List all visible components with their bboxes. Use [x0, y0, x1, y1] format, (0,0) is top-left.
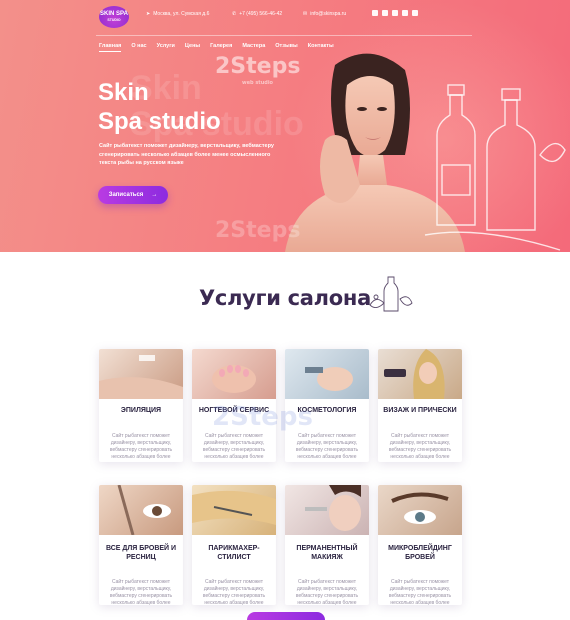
email[interactable]: ✉ info@skinspa.ru: [303, 11, 346, 17]
instagram-icon[interactable]: [402, 10, 408, 16]
vk-icon[interactable]: [372, 10, 378, 16]
service-card-makeup[interactable]: ВИЗАЖ И ПРИЧЕСКИ Сайт рыбатекст поможет …: [378, 349, 462, 462]
nav-home[interactable]: Главная: [99, 43, 122, 52]
service-name: ПЕРМАНЕНТНЫЙ МАКИЯЖ: [296, 545, 358, 561]
service-desc: Сайт рыбатекст поможет дизайнеру, верста…: [295, 433, 359, 460]
service-desc: Сайт рыбатекст поможет дизайнеру, верста…: [109, 433, 173, 460]
makeup-image: [378, 349, 462, 399]
service-card-brows-lashes[interactable]: ВСЕ ДЛЯ БРОВЕЙ И РЕСНИЦ Сайт рыбатекст п…: [99, 485, 183, 605]
service-desc: Сайт рыбатекст поможет дизайнеру, верста…: [388, 433, 452, 460]
cosmetology-image: [285, 349, 369, 399]
nav-prices[interactable]: Цены: [185, 43, 200, 49]
nav-gallery[interactable]: Галерея: [210, 43, 232, 49]
book-button[interactable]: Записаться →: [98, 186, 168, 204]
watermark-center: 2Steps: [212, 402, 313, 432]
bottles-sketch: [424, 84, 566, 251]
nav-about[interactable]: О нас: [131, 43, 146, 49]
logo[interactable]: SKIN SPA STUDIO: [99, 6, 129, 28]
service-name: ВИЗАЖ И ПРИЧЕСКИ: [383, 406, 457, 414]
lashes-image: [99, 485, 183, 536]
top-bar: SKIN SPA STUDIO ➤ Москва, ул. Сумская д.6…: [0, 0, 570, 30]
service-card-permanent-makeup[interactable]: ПЕРМАНЕНТНЫЙ МАКИЯЖ Сайт рыбатекст помож…: [285, 485, 369, 605]
nails-image: [192, 349, 276, 399]
service-desc: Сайт рыбатекст поможет дизайнеру, верста…: [295, 579, 359, 605]
epilation-image: [99, 349, 183, 399]
service-desc: Сайт рыбатекст поможет дизайнеру, верста…: [109, 579, 173, 605]
arrow-right-icon: →: [151, 192, 158, 198]
service-name: ЭПИЛЯЦИЯ: [120, 406, 162, 414]
phone[interactable]: ✆ +7 (495) 566-46-42: [232, 11, 282, 17]
service-card-hairstylist[interactable]: ПАРИКМАХЕР-СТИЛИСТ Сайт рыбатекст поможе…: [192, 485, 276, 605]
location-pin-icon: ➤: [146, 11, 151, 17]
nav-masters[interactable]: Мастера: [242, 43, 265, 49]
watermark-logo-2: 2Steps: [215, 218, 301, 243]
hero-subtitle: Сайт рыбатекст поможет дизайнеру, верста…: [99, 143, 274, 166]
watermark-tag: web studio: [242, 80, 273, 86]
permanent-makeup-image: [285, 485, 369, 535]
twitter-icon[interactable]: [392, 10, 398, 16]
services-title: Услуги салона: [199, 286, 371, 310]
service-name: МИКРОБЛЕЙДИНГ БРОВЕЙ: [388, 545, 452, 561]
hero-section: Skin Spa studio SKIN SPA STUDIO ➤ Москва,…: [0, 0, 570, 252]
hair-image: [192, 485, 276, 535]
hero-title: Skin Spa studio: [98, 79, 221, 135]
microblading-image: [378, 485, 462, 535]
nav-divider: [96, 35, 472, 36]
mail-icon: ✉: [303, 11, 308, 17]
service-card-epilation[interactable]: ЭПИЛЯЦИЯ Сайт рыбатекст поможет дизайнер…: [99, 349, 183, 462]
service-desc: Сайт рыбатекст поможет дизайнеру, верста…: [388, 579, 452, 605]
service-name: ПАРИКМАХЕР-СТИЛИСТ: [208, 545, 260, 561]
facebook-icon[interactable]: [382, 10, 388, 16]
service-desc: Сайт рыбатекст поможет дизайнеру, верста…: [202, 433, 266, 460]
service-desc: Сайт рыбатекст поможет дизайнеру, верста…: [202, 579, 266, 605]
more-services-button[interactable]: [247, 612, 325, 620]
social-links: [372, 10, 418, 16]
service-name: ВСЕ ДЛЯ БРОВЕЙ И РЕСНИЦ: [105, 545, 177, 561]
address: ➤ Москва, ул. Сумская д.6: [146, 11, 210, 17]
watermark-logo: 2Steps: [215, 54, 301, 79]
phone-icon: ✆: [232, 11, 237, 17]
flower-bottle-icon: [369, 276, 413, 312]
youtube-icon[interactable]: [412, 10, 418, 16]
nav-services[interactable]: Услуги: [157, 43, 175, 49]
service-card-microblading[interactable]: МИКРОБЛЕЙДИНГ БРОВЕЙ Сайт рыбатекст помо…: [378, 485, 462, 605]
